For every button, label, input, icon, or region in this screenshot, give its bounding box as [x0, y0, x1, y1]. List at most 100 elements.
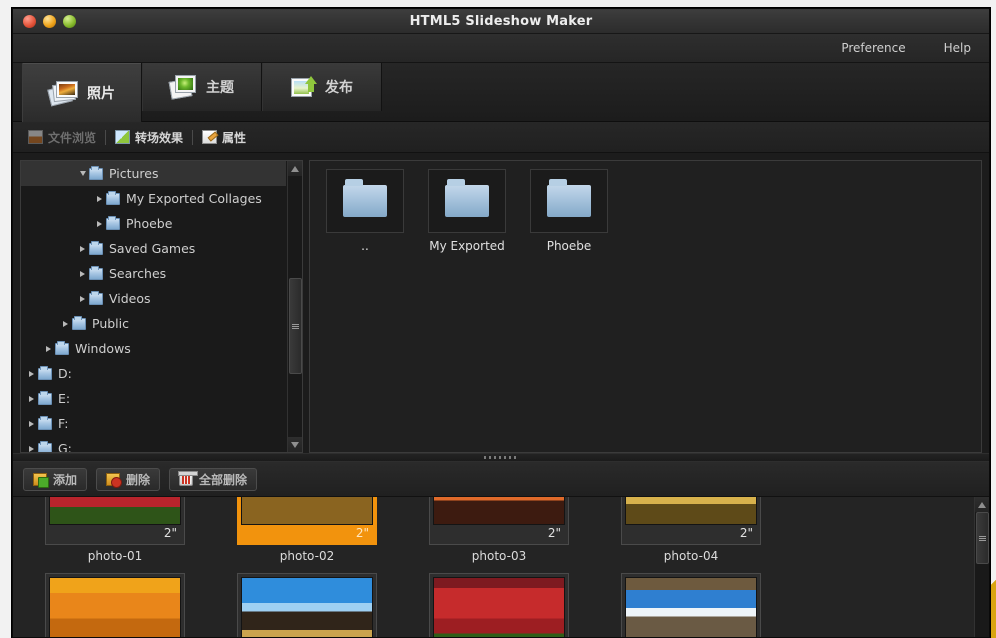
horizontal-splitter[interactable] — [13, 453, 989, 462]
file-item[interactable]: Phoebe — [524, 169, 614, 253]
file-browse-icon — [28, 130, 43, 144]
tree-node[interactable]: E: — [21, 386, 286, 411]
tree-node-label: Public — [92, 316, 129, 331]
scroll-up-button[interactable] — [974, 497, 989, 512]
scroll-thumb[interactable] — [975, 512, 989, 564]
file-item-thumb — [428, 169, 506, 233]
tree-node-label: D: — [58, 366, 72, 381]
photo-caption: photo-03 — [471, 549, 527, 564]
subtoolbar-transition-label: 转场效果 — [135, 130, 184, 145]
trash-icon — [178, 470, 199, 486]
photo-card[interactable] — [237, 573, 377, 637]
folder-icon — [89, 265, 103, 280]
close-button[interactable] — [23, 15, 36, 28]
tree-node-label: Videos — [109, 291, 151, 306]
tree-node[interactable]: Pictures — [21, 161, 286, 186]
menu-bar: Preference Help — [13, 34, 989, 63]
delete-button[interactable]: 删除 — [96, 467, 161, 491]
file-list-panel[interactable]: .. My Exported Phoebe — [309, 160, 982, 453]
delete-button-label: 删除 — [126, 472, 151, 487]
chevron-right-icon[interactable] — [93, 195, 106, 202]
filmstrip-row — [13, 573, 973, 637]
tree-node-label: Phoebe — [126, 216, 173, 231]
tree-node-label: E: — [58, 391, 71, 406]
tree-node[interactable]: Searches — [21, 261, 286, 286]
tree-node[interactable]: Windows — [21, 336, 286, 361]
filmstrip-viewport: 2"2"photo-012"2"photo-022"2"photo-032"2"… — [13, 497, 973, 637]
chevron-right-icon[interactable] — [42, 345, 55, 352]
chevron-right-icon[interactable] — [76, 270, 89, 277]
filmstrip-slot — [211, 573, 403, 637]
tab-publish-label: 发布 — [325, 80, 353, 96]
photo-card[interactable] — [45, 573, 185, 637]
add-button[interactable]: 添加 — [23, 467, 88, 491]
folder-tree[interactable]: Pictures My Exported Collages Phoebe Saved … — [21, 161, 286, 452]
filmstrip-slot: 2"2"photo-01 — [19, 497, 211, 563]
filmstrip-content: 2"2"photo-012"2"photo-022"2"photo-032"2"… — [13, 497, 973, 637]
filmstrip-slot — [595, 573, 787, 637]
tree-node[interactable]: F: — [21, 411, 286, 436]
folder-tree-panel: Pictures My Exported Collages Phoebe Saved … — [20, 160, 303, 453]
photo-thumbnail — [241, 577, 373, 637]
chevron-right-icon[interactable] — [93, 220, 106, 227]
filmstrip-scrollbar[interactable] — [974, 497, 989, 637]
folder-icon — [445, 179, 489, 217]
minimize-button[interactable] — [43, 15, 56, 28]
file-item[interactable]: .. — [320, 169, 410, 253]
photo-duration-label: 2" — [163, 526, 177, 540]
delete-all-button[interactable]: 全部删除 — [169, 467, 258, 491]
subtoolbar-properties-label: 属性 — [222, 130, 247, 145]
subtoolbar-properties[interactable]: 属性 — [193, 129, 255, 146]
folder-icon — [89, 240, 103, 255]
photo-card[interactable] — [621, 573, 761, 637]
tree-node[interactable]: Phoebe — [21, 211, 286, 236]
chevron-right-icon[interactable] — [25, 395, 38, 402]
filmstrip-panel: 2"2"photo-012"2"photo-022"2"photo-032"2"… — [13, 497, 989, 637]
chevron-right-icon[interactable] — [25, 445, 38, 452]
chevron-down-icon[interactable] — [76, 171, 89, 176]
splitter-grip-icon — [484, 456, 518, 459]
photo-card[interactable]: 2" — [429, 497, 569, 546]
tree-node[interactable]: D: — [21, 361, 286, 386]
tree-node-label: Pictures — [109, 166, 159, 181]
subtoolbar-transition[interactable]: 转场效果 — [106, 129, 192, 146]
menu-preference[interactable]: Preference — [837, 38, 909, 58]
scroll-track[interactable] — [287, 176, 302, 437]
chevron-right-icon[interactable] — [25, 420, 38, 427]
tree-node[interactable]: My Exported Collages — [21, 186, 286, 211]
folder-icon — [106, 190, 120, 205]
filmstrip-slot: 2"2"photo-03 — [403, 497, 595, 563]
tab-theme[interactable]: 主题 — [142, 63, 262, 111]
file-item[interactable]: My Exported — [422, 169, 512, 253]
file-item-thumb — [326, 169, 404, 233]
folder-tree-scrollbar[interactable] — [287, 161, 302, 452]
photo-duration-label: 2" — [355, 526, 369, 540]
photo-card[interactable]: 2" — [45, 497, 185, 546]
scroll-thumb[interactable] — [288, 278, 302, 374]
file-grid: .. My Exported Phoebe — [320, 169, 971, 253]
browser-area: Pictures My Exported Collages Phoebe Saved … — [13, 153, 989, 453]
scroll-grip-icon — [978, 535, 986, 541]
filmstrip-slot — [403, 573, 595, 637]
tree-node[interactable]: G: — [21, 436, 286, 452]
photo-card[interactable]: 2" — [237, 497, 377, 546]
tree-node[interactable]: Videos — [21, 286, 286, 311]
tab-publish[interactable]: 发布 — [262, 63, 382, 111]
scroll-track[interactable] — [974, 512, 989, 637]
scroll-down-button[interactable] — [287, 437, 302, 452]
tree-node[interactable]: Public — [21, 311, 286, 336]
zoom-button[interactable] — [63, 15, 76, 28]
window-title: HTML5 Slideshow Maker — [409, 14, 593, 29]
subtoolbar-file-browse[interactable]: 文件浏览 — [19, 129, 105, 146]
chevron-right-icon[interactable] — [25, 370, 38, 377]
chevron-right-icon[interactable] — [59, 320, 72, 327]
tree-node[interactable]: Saved Games — [21, 236, 286, 261]
scroll-up-button[interactable] — [287, 161, 302, 176]
tab-photos[interactable]: 照片 — [22, 63, 142, 122]
photo-caption: photo-01 — [87, 549, 143, 564]
menu-help[interactable]: Help — [940, 38, 975, 58]
chevron-right-icon[interactable] — [76, 245, 89, 252]
chevron-right-icon[interactable] — [76, 295, 89, 302]
photo-card[interactable]: 2" — [621, 497, 761, 546]
photo-card[interactable] — [429, 573, 569, 637]
